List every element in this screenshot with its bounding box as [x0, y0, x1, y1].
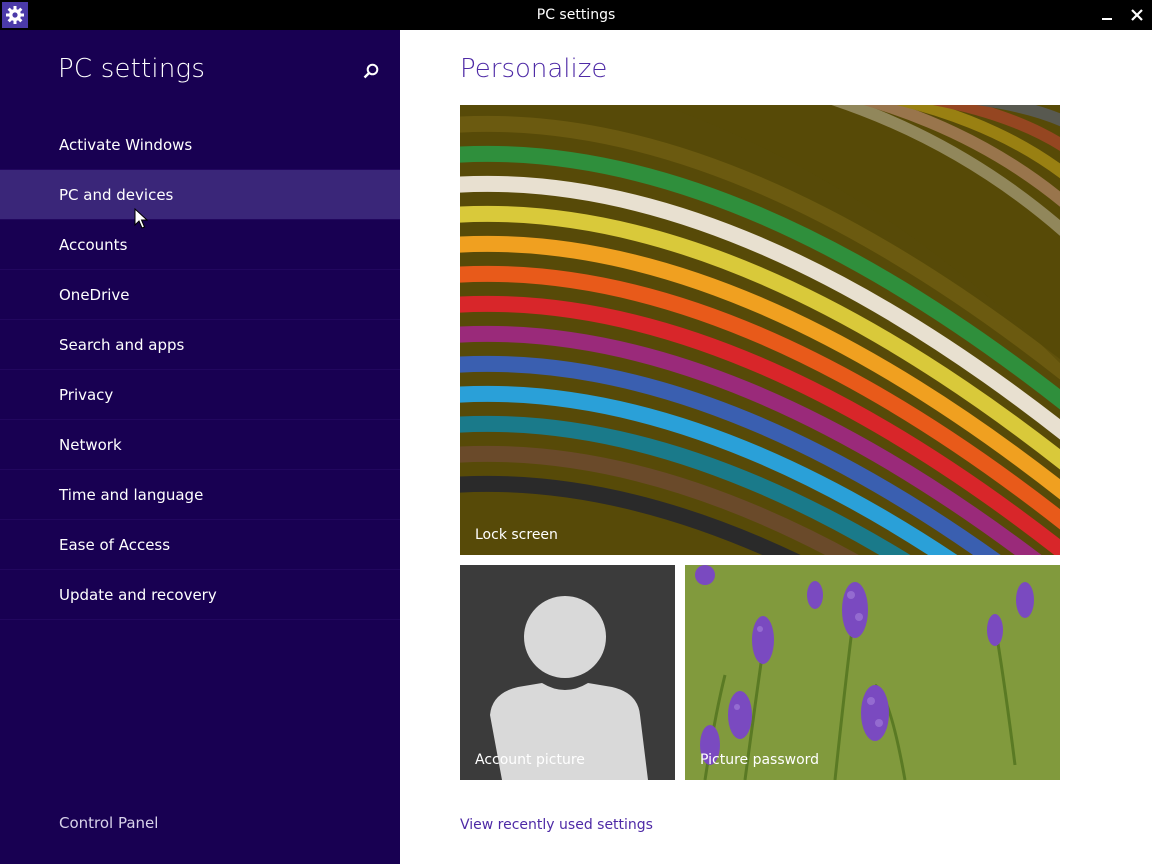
- sidebar-item-ease-of-access[interactable]: Ease of Access: [0, 520, 400, 570]
- sidebar-item-privacy[interactable]: Privacy: [0, 370, 400, 420]
- page-title: Personalize: [460, 54, 608, 84]
- minimize-icon: [1102, 18, 1112, 20]
- sidebar-item-search-and-apps[interactable]: Search and apps: [0, 320, 400, 370]
- lock-screen-tile[interactable]: Lock screen: [460, 105, 1060, 555]
- sidebar-item-onedrive[interactable]: OneDrive: [0, 270, 400, 320]
- lock-screen-label: Lock screen: [475, 527, 558, 543]
- picture-password-tile[interactable]: Picture password: [685, 565, 1060, 780]
- picture-password-label: Picture password: [700, 752, 820, 768]
- control-panel-link[interactable]: Control Panel: [59, 814, 158, 832]
- lavender-image: [685, 565, 1060, 780]
- sidebar-nav: Activate Windows PC and devices Accounts…: [0, 120, 400, 620]
- window-title: PC settings: [536, 7, 616, 23]
- sidebar-item-accounts[interactable]: Accounts: [0, 220, 400, 270]
- view-recent-settings-link[interactable]: View recently used settings: [460, 817, 653, 833]
- sidebar-title: PC settings: [58, 54, 206, 84]
- account-picture-label: Account picture: [475, 752, 585, 768]
- sidebar: PC settings Activate Windows PC and devi…: [0, 30, 400, 864]
- title-bar: PC settings: [0, 0, 1152, 30]
- search-button[interactable]: [360, 60, 382, 82]
- lock-screen-image: [460, 105, 1060, 555]
- user-avatar-icon: [460, 565, 675, 780]
- sidebar-item-activate-windows[interactable]: Activate Windows: [0, 120, 400, 170]
- minimize-button[interactable]: [1092, 0, 1122, 30]
- sidebar-item-time-and-language[interactable]: Time and language: [0, 470, 400, 520]
- close-icon: [1131, 9, 1143, 21]
- main-content: Personalize Lock screen Account picture …: [400, 30, 1152, 864]
- mouse-cursor-icon: [134, 208, 148, 229]
- close-button[interactable]: [1122, 0, 1152, 30]
- account-picture-tile[interactable]: Account picture: [460, 565, 675, 780]
- search-icon: [363, 63, 379, 79]
- sidebar-item-update-and-recovery[interactable]: Update and recovery: [0, 570, 400, 620]
- sidebar-item-network[interactable]: Network: [0, 420, 400, 470]
- sidebar-item-pc-and-devices[interactable]: PC and devices: [0, 170, 400, 220]
